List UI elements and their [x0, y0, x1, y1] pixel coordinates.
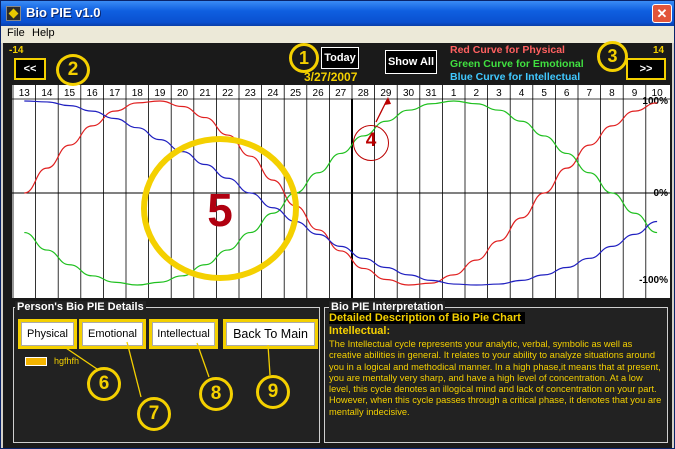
day-tick-label: 24	[267, 88, 279, 99]
legend-intellectual-text: Blue Curve for Intellectual	[450, 71, 581, 83]
title-bar: Bio PIE v1.0 ✕	[1, 1, 674, 26]
prev-label: <<	[23, 63, 37, 75]
day-tick-label: 16	[87, 88, 99, 99]
details-panel-title: Person's Bio PIE Details	[15, 301, 146, 313]
annotation-4: 4	[353, 125, 389, 161]
day-tick-label: 6	[564, 88, 570, 99]
intellectual-button[interactable]: Intellectual	[149, 319, 218, 349]
day-tick-label: 3	[496, 88, 502, 99]
day-tick-label: 8	[609, 88, 615, 99]
today-label: Today	[324, 52, 356, 64]
emotional-button[interactable]: Emotional	[79, 319, 146, 349]
annotation-8: 8	[199, 377, 233, 411]
legend-physical-text: Red Curve for Physical	[450, 44, 565, 56]
window-title: Bio PIE v1.0	[26, 5, 101, 20]
day-tick-label: 19	[154, 88, 166, 99]
y-tick-label: 0%	[654, 188, 669, 199]
day-tick-label: 23	[245, 88, 257, 99]
day-tick-label: 21	[200, 88, 212, 99]
legend-intellectual: Blue Curve for Intellectual	[450, 71, 580, 83]
interpretation-text: The Intellectual cycle represents your a…	[329, 339, 662, 417]
interpretation-subheading: Intellectual:	[329, 325, 391, 337]
person-name: hgfhfh	[54, 356, 80, 366]
today-button[interactable]: Today	[321, 47, 359, 69]
y-tick-label: -100%	[639, 275, 668, 286]
app-window: Bio PIE v1.0 ✕ File Help -14 14 << >> To…	[0, 0, 675, 449]
legend-emotional-text: Green Curve for Emotional	[450, 58, 584, 70]
day-tick-label: 27	[335, 88, 347, 99]
legend-emotional: Green Curve for Emotional	[450, 58, 584, 70]
day-tick-label: 31	[426, 88, 438, 99]
day-tick-label: 4	[519, 88, 525, 99]
day-tick-label: 5	[541, 88, 547, 99]
menu-file[interactable]: File	[7, 27, 25, 39]
day-tick-label: 29	[380, 88, 392, 99]
range-left-label: -14	[9, 45, 24, 56]
next-label: >>	[639, 63, 653, 75]
annotation-5: 5	[141, 136, 299, 281]
day-tick-label: 2	[474, 88, 480, 99]
app-icon	[6, 6, 21, 21]
annotation-7: 7	[137, 397, 171, 431]
day-tick-label: 1	[451, 88, 457, 99]
close-button[interactable]: ✕	[652, 4, 672, 23]
day-tick-label: 22	[222, 88, 234, 99]
next-button[interactable]: >>	[626, 58, 666, 80]
annotation-3: 3	[597, 41, 628, 72]
show-all-label: Show All	[387, 56, 435, 68]
current-date: 3/27/2007	[304, 70, 358, 84]
menu-bar: File Help	[1, 26, 674, 43]
person-color-swatch	[25, 357, 47, 366]
show-all-button[interactable]: Show All	[385, 50, 437, 74]
prev-button[interactable]: <<	[14, 58, 46, 80]
menu-help[interactable]: Help	[32, 27, 55, 39]
day-tick-label: 9	[632, 88, 638, 99]
day-tick-label: 25	[290, 88, 302, 99]
legend-physical: Red Curve for Physical	[450, 44, 565, 56]
biorhythm-chart: 13 14 15 16 17 18 19 20 21 22 23 24 25 26 27 28 29 30 31 1 2…	[12, 85, 670, 298]
annotation-9: 9	[256, 375, 290, 409]
interpretation-heading: Detailed Description of Bio Pie Chart	[329, 312, 525, 324]
day-tick-label: 18	[132, 88, 144, 99]
physical-button[interactable]: Physical	[18, 319, 77, 349]
day-tick-label: 14	[41, 88, 53, 99]
back-to-main-button[interactable]: Back To Main	[223, 319, 318, 349]
day-tick-label: 15	[64, 88, 76, 99]
day-tick-label: 17	[109, 88, 121, 99]
chart-background	[12, 85, 670, 298]
annotation-1: 1	[289, 43, 319, 73]
y-tick-label: 100%	[642, 96, 668, 107]
range-right-label: 14	[653, 45, 665, 56]
day-tick-label: 20	[177, 88, 189, 99]
day-tick-label: 28	[358, 88, 370, 99]
day-tick-label: 26	[313, 88, 325, 99]
day-tick-label: 7	[587, 88, 593, 99]
day-tick-label: 13	[19, 88, 31, 99]
annotation-6: 6	[87, 367, 121, 401]
day-tick-label: 30	[403, 88, 415, 99]
annotation-2: 2	[56, 54, 90, 86]
